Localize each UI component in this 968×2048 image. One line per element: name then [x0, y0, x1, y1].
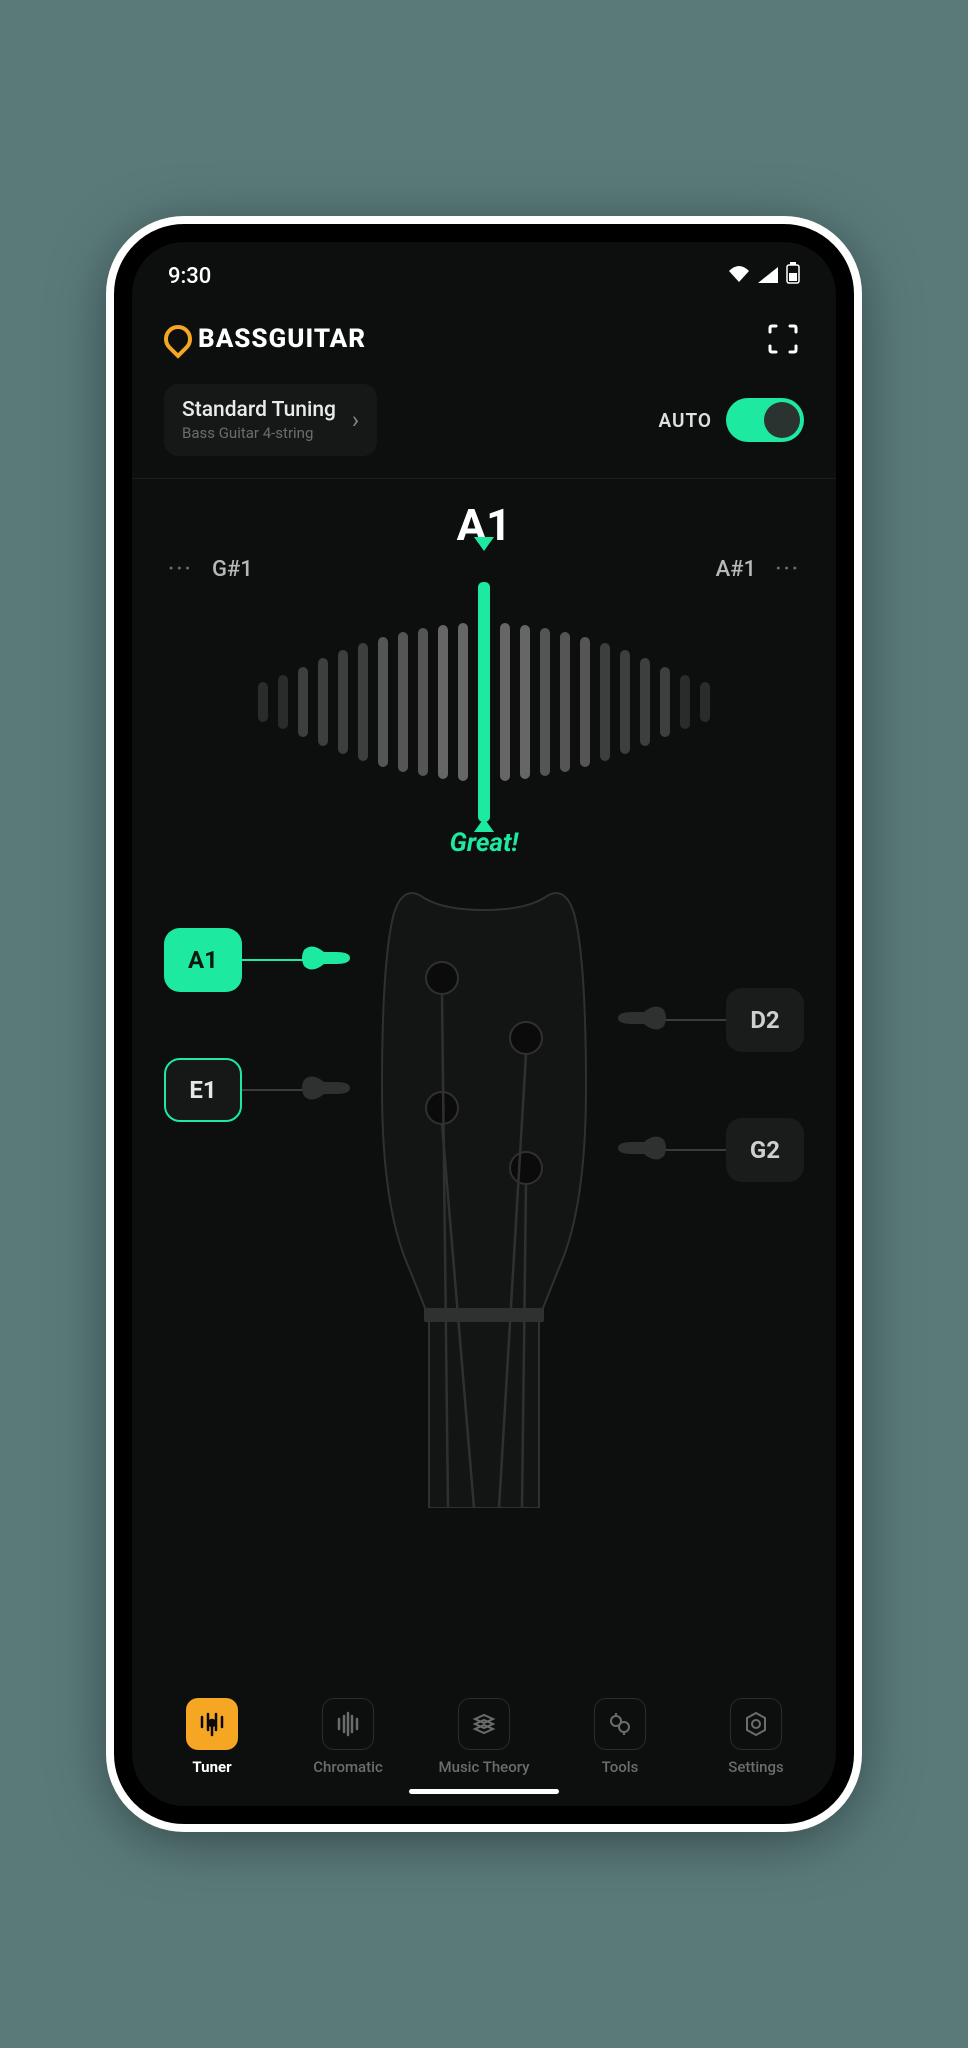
string-button-a1[interactable]: A1 — [164, 928, 242, 992]
battery-icon — [786, 262, 800, 290]
chevron-right-icon: › — [352, 406, 359, 434]
bottom-nav: Tuner Chromatic Music Theory Tools — [132, 1680, 836, 1806]
status-time: 9:30 — [168, 264, 211, 289]
nav-tuner[interactable]: Tuner — [152, 1698, 272, 1776]
tuning-peg-a1 — [302, 942, 350, 974]
tuning-controls: Standard Tuning Bass Guitar 4-string › A… — [132, 384, 836, 479]
pitch-meter: A1 ··· G#1 A#1 ··· — [132, 479, 836, 868]
string-button-d2[interactable]: D2 — [726, 988, 804, 1052]
music-theory-icon — [458, 1698, 510, 1750]
status-bar: 9:30 — [132, 242, 836, 300]
home-indicator[interactable] — [409, 1789, 559, 1794]
auto-toggle-group: AUTO — [658, 398, 804, 442]
auto-toggle[interactable] — [726, 398, 804, 442]
tuning-peg-e1 — [302, 1072, 350, 1104]
nav-tuner-label: Tuner — [192, 1758, 231, 1776]
scan-icon — [766, 322, 800, 356]
app-logo: BASSGUITAR — [164, 324, 366, 354]
meter-ticks — [132, 572, 836, 832]
auto-label: AUTO — [658, 409, 712, 432]
brand-name: BASSGUITAR — [198, 324, 366, 354]
nav-music-theory[interactable]: Music Theory — [424, 1698, 544, 1776]
nav-tools[interactable]: Tools — [560, 1698, 680, 1776]
bass-headstock-graphic — [324, 888, 644, 1508]
toggle-knob — [764, 402, 800, 438]
scan-button[interactable] — [762, 318, 804, 360]
signal-icon — [758, 264, 778, 289]
status-indicators — [728, 262, 800, 290]
indicator-triangle-top — [474, 537, 494, 551]
meter-center-tick — [478, 582, 490, 822]
string-button-e1[interactable]: E1 — [164, 1058, 242, 1122]
logo-icon — [158, 319, 198, 359]
nav-chromatic[interactable]: Chromatic — [288, 1698, 408, 1776]
tuning-select-button[interactable]: Standard Tuning Bass Guitar 4-string › — [164, 384, 377, 456]
nav-chromatic-label: Chromatic — [313, 1758, 383, 1776]
tuning-title: Standard Tuning — [182, 398, 336, 422]
tuning-peg-d2 — [618, 1002, 666, 1034]
tuning-subtitle: Bass Guitar 4-string — [182, 424, 336, 442]
app-header: BASSGUITAR — [132, 300, 836, 384]
string-button-g2[interactable]: G2 — [726, 1118, 804, 1182]
settings-icon — [730, 1698, 782, 1750]
tuning-peg-g2 — [618, 1132, 666, 1164]
wifi-icon — [728, 264, 750, 289]
app-screen: 9:30 BASSGUITAR — [132, 242, 836, 1806]
tuner-icon — [186, 1698, 238, 1750]
nav-tools-label: Tools — [602, 1758, 639, 1776]
tuning-status: Great! — [132, 828, 836, 858]
nav-music-theory-label: Music Theory — [438, 1758, 529, 1776]
headstock-area: A1 E1 D2 G2 — [132, 868, 836, 1680]
tools-icon — [594, 1698, 646, 1750]
nav-settings-label: Settings — [728, 1758, 784, 1776]
chromatic-icon — [322, 1698, 374, 1750]
phone-frame: 9:30 BASSGUITAR — [114, 224, 854, 1824]
nav-settings[interactable]: Settings — [696, 1698, 816, 1776]
